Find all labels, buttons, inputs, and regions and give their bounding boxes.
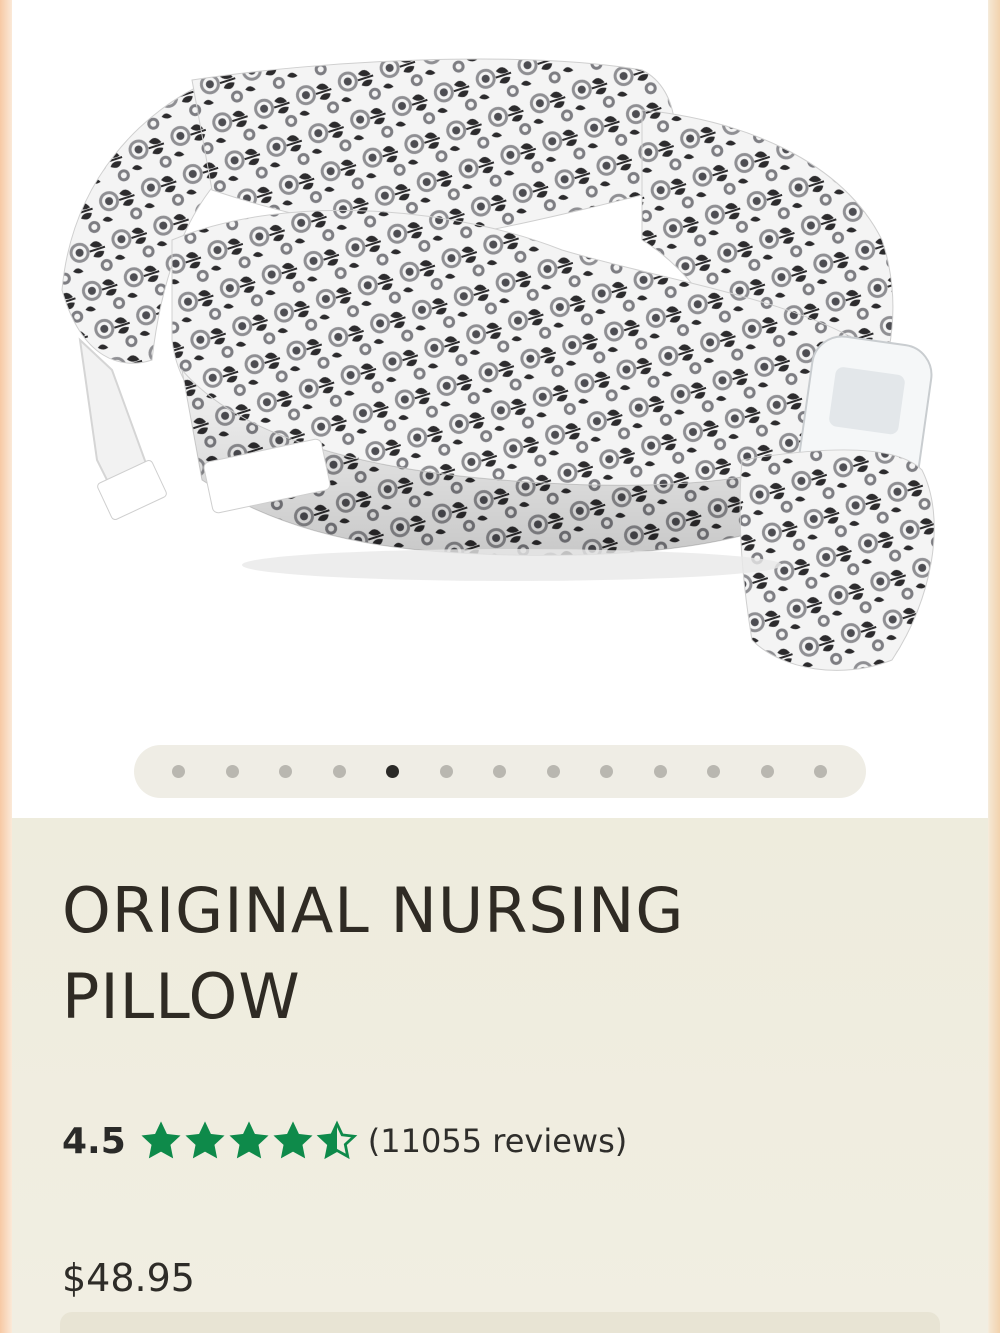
star-rating: [140, 1120, 360, 1162]
pagination-dot[interactable]: [332, 765, 346, 778]
product-info-panel: ORIGINAL NURSING PILLOW 4.5 (11055 revie…: [12, 818, 988, 1333]
pagination-dot[interactable]: [279, 765, 292, 778]
half-star-icon: [316, 1120, 358, 1160]
reviews-link[interactable]: (11055 reviews): [368, 1122, 627, 1160]
product-price: $48.95: [62, 1256, 195, 1300]
add-to-cart-area[interactable]: [60, 1312, 940, 1333]
pagination-dot[interactable]: [653, 765, 667, 778]
rating-row: 4.5 (11055 reviews): [62, 1118, 627, 1164]
pagination-dot[interactable]: [225, 765, 239, 778]
pagination-dot[interactable]: [814, 765, 827, 778]
product-title: ORIGINAL NURSING PILLOW: [62, 874, 685, 1033]
star-icon: [229, 1121, 269, 1159]
star-icon: [141, 1121, 181, 1159]
pagination-dot[interactable]: [172, 765, 185, 778]
star-icon: [185, 1121, 225, 1159]
rating-value: 4.5: [62, 1120, 126, 1162]
pagination-dot-active[interactable]: [386, 765, 399, 778]
pagination-dot[interactable]: [493, 765, 506, 778]
pagination-dot[interactable]: [600, 765, 613, 778]
pagination-dot[interactable]: [439, 765, 453, 778]
pagination-dot[interactable]: [760, 765, 774, 778]
pagination-dot[interactable]: [707, 765, 720, 778]
star-icon: [273, 1121, 313, 1159]
product-card: ORIGINAL NURSING PILLOW 4.5 (11055 revie…: [12, 0, 988, 1333]
product-image[interactable]: [42, 40, 962, 700]
image-pagination: [134, 745, 866, 798]
product-gallery[interactable]: [12, 0, 988, 818]
pagination-dot[interactable]: [546, 765, 560, 778]
